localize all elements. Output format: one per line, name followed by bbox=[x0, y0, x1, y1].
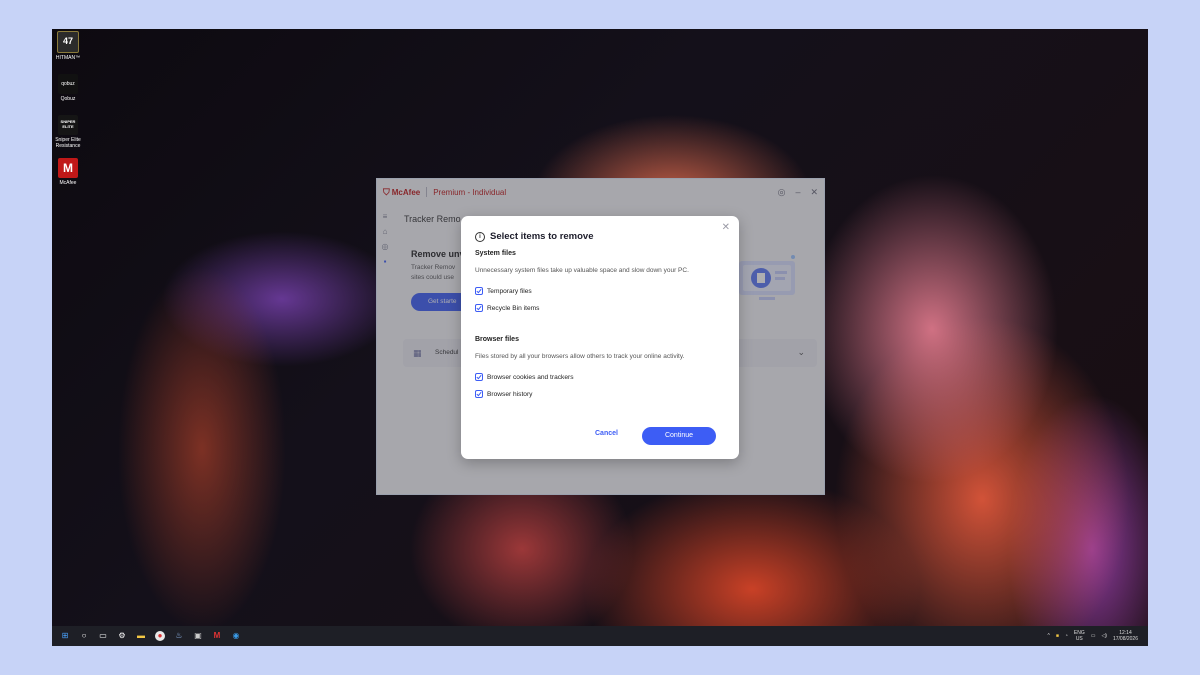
volume-icon[interactable]: ◁) bbox=[1101, 633, 1107, 639]
desktop-icon-sniper-elite[interactable]: SNIPER ELITE Sniper Elite Resistance bbox=[54, 115, 82, 149]
search-icon[interactable]: ○ bbox=[79, 631, 89, 641]
dialog-close-icon[interactable]: ✕ bbox=[722, 222, 730, 233]
chevron-up-icon[interactable]: ^ bbox=[1047, 633, 1049, 639]
info-icon: i bbox=[475, 231, 485, 242]
desktop-icon-label: McAfee bbox=[59, 180, 77, 186]
checkbox-label: Temporary files bbox=[487, 287, 532, 295]
desktop-icon-mcafee[interactable]: M McAfee bbox=[54, 158, 82, 186]
chrome-icon[interactable]: ● bbox=[155, 631, 165, 641]
mcafee-icon: M bbox=[58, 158, 78, 178]
tray-app-icon[interactable]: ■ bbox=[1056, 633, 1059, 639]
desktop-icon-qobuz[interactable]: qobuz Qobuz bbox=[54, 74, 82, 102]
qobuz-icon: qobuz bbox=[58, 74, 78, 94]
settings-icon[interactable]: ⚙ bbox=[117, 631, 127, 641]
checkbox-label: Recycle Bin items bbox=[487, 304, 540, 312]
dialog-title: Select items to remove bbox=[490, 231, 594, 242]
region-code: US bbox=[1075, 636, 1083, 642]
steam-icon[interactable]: ♨ bbox=[174, 631, 184, 641]
desktop-icon-label: HITMAN™ bbox=[55, 55, 81, 61]
edge-icon[interactable]: ◉ bbox=[231, 631, 241, 641]
system-files-description: Unnecessary system files take up valuabl… bbox=[475, 267, 689, 274]
language-indicator[interactable]: ENG US bbox=[1074, 630, 1085, 642]
system-files-heading: System files bbox=[475, 250, 516, 257]
checkbox-row-history[interactable]: Browser history bbox=[475, 390, 532, 398]
desktop-icon-label: Sniper Elite Resistance bbox=[55, 137, 81, 149]
checkbox-row-recycle-bin[interactable]: Recycle Bin items bbox=[475, 304, 539, 312]
system-tray: ^ ■ ◔ ENG US ▭ ◁) 12:14 17/08/2026 bbox=[1047, 630, 1148, 642]
select-items-dialog: ✕ i Select items to remove System files … bbox=[461, 216, 739, 459]
cancel-button[interactable]: Cancel bbox=[595, 430, 618, 437]
cookies-trackers-checkbox[interactable] bbox=[475, 373, 483, 381]
start-icon[interactable]: ⊞ bbox=[60, 631, 70, 641]
desktop-icon-label: Qobuz bbox=[60, 96, 76, 102]
checkbox-row-temporary-files[interactable]: Temporary files bbox=[475, 287, 532, 295]
app-icon[interactable]: ▣ bbox=[193, 631, 203, 641]
desktop-icon-hitman[interactable]: 47 HITMAN™ bbox=[54, 31, 82, 61]
network-icon[interactable]: ◔ bbox=[1065, 633, 1068, 639]
browser-files-description: Files stored by all your browsers allow … bbox=[475, 353, 685, 360]
hitman-icon: 47 bbox=[57, 31, 79, 53]
checkbox-row-cookies[interactable]: Browser cookies and trackers bbox=[475, 373, 574, 381]
mcafee-taskbar-icon[interactable]: M bbox=[212, 631, 222, 641]
continue-button[interactable]: Continue bbox=[642, 427, 716, 445]
checkbox-label: Browser history bbox=[487, 390, 533, 398]
clock-date: 17/08/2026 bbox=[1112, 636, 1138, 642]
wifi-icon[interactable]: ▭ bbox=[1091, 633, 1096, 639]
sniper-elite-icon: SNIPER ELITE bbox=[58, 115, 78, 135]
browser-history-checkbox[interactable] bbox=[475, 390, 483, 398]
file-explorer-icon[interactable]: ▬ bbox=[136, 631, 146, 641]
checkbox-label: Browser cookies and trackers bbox=[487, 373, 574, 381]
taskbar: ⊞ ○ ▭ ⚙ ▬ ● ♨ ▣ M ◉ ^ ■ ◔ ENG US ▭ ◁) 12… bbox=[52, 626, 1148, 646]
browser-files-heading: Browser files bbox=[475, 336, 519, 343]
task-view-icon[interactable]: ▭ bbox=[98, 631, 108, 641]
recycle-bin-checkbox[interactable] bbox=[475, 304, 483, 312]
temporary-files-checkbox[interactable] bbox=[475, 287, 483, 295]
clock[interactable]: 12:14 17/08/2026 bbox=[1113, 630, 1138, 642]
